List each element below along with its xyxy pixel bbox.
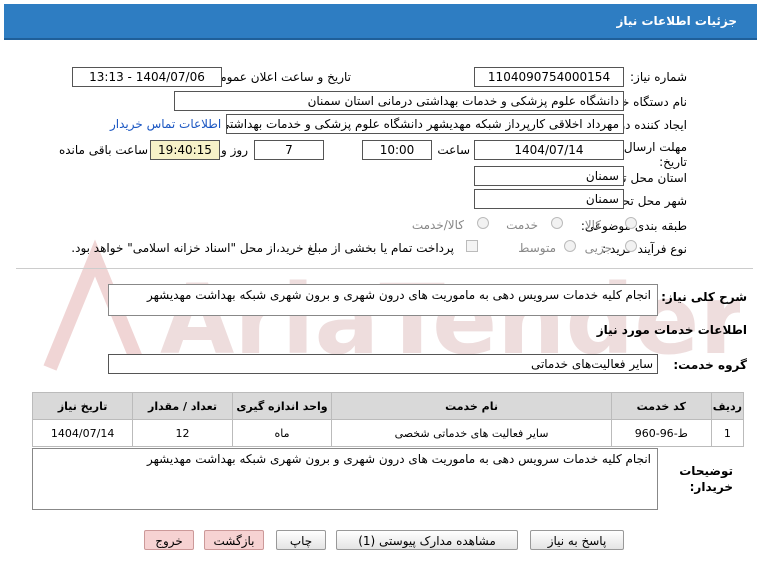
cell-row: 1	[710, 419, 745, 447]
table-row: 1 ط-96-960 سایر فعالیت های خدماتی شخصی م…	[31, 419, 745, 447]
buyer-notes-text: انجام کلیه خدمات سرویس دهی به ماموریت ها…	[147, 452, 651, 466]
services-section-title: اطلاعات خدمات مورد نیاز	[596, 323, 747, 337]
remaining-time-label: ساعت باقی مانده	[58, 143, 148, 157]
category-option-service: خدمت	[506, 218, 538, 232]
category-radio-service[interactable]	[551, 217, 563, 229]
cell-qty: 12	[132, 419, 233, 447]
deadline-time-field: 10:00	[362, 140, 432, 160]
buyer-notes-label-line2: خریدار:	[689, 480, 733, 494]
cell-unit: ماه	[231, 419, 333, 447]
cell-name: سایر فعالیت های خدماتی شخصی	[331, 419, 612, 447]
service-group-label: گروه خدمت:	[673, 358, 747, 372]
exit-button[interactable]: خروج	[144, 530, 194, 550]
summary-field: انجام کلیه خدمات سرویس دهی به ماموریت ها…	[108, 284, 658, 316]
services-table-header: ردیف کد خدمت نام خدمت واحد اندازه گیری ت…	[31, 392, 745, 420]
buyer-notes-label-line1: توضیحات	[679, 464, 733, 478]
category-radio-goods-service[interactable]	[477, 217, 489, 229]
process-type-label: نوع فرآیند خرید :	[602, 242, 687, 256]
col-name: نام خدمت	[331, 392, 612, 420]
need-number-field: 1104090754000154	[474, 67, 624, 87]
back-button[interactable]: بازگشت	[204, 530, 264, 550]
process-option-minor: جزیی	[584, 241, 612, 255]
process-option-medium: متوسط	[518, 241, 556, 255]
creator-field: مهرداد اخلاقی کارپرداز شبکه مهدیشهر دانش…	[226, 114, 624, 134]
summary-text: انجام کلیه خدمات سرویس دهی به ماموریت ها…	[147, 288, 651, 302]
category-option-goods-service: کالا/خدمت	[411, 218, 464, 232]
process-radio-medium[interactable]	[564, 240, 576, 252]
print-button[interactable]: چاپ	[276, 530, 326, 550]
deadline-date-field: 1404/07/14	[474, 140, 624, 160]
days-field: 7	[254, 140, 324, 160]
category-option-goods: کالا	[584, 218, 601, 232]
col-date: تاریخ نیاز	[31, 392, 134, 420]
cell-code: ط-96-960	[610, 419, 712, 447]
page-title: جزئیات اطلاعات نیاز	[616, 14, 737, 28]
treasury-payment-checkbox[interactable]	[466, 240, 478, 252]
col-row: ردیف	[710, 392, 745, 420]
remaining-time-field: 19:40:15	[150, 140, 220, 160]
announce-field: 1404/07/06 - 13:13	[72, 67, 222, 87]
city-field: سمنان	[474, 189, 624, 209]
cell-date: 1404/07/14	[31, 419, 134, 447]
buyer-notes-field: انجام کلیه خدمات سرویس دهی به ماموریت ها…	[32, 448, 658, 510]
buyer-org-field: دانشگاه علوم پزشکی و خدمات بهداشتی درمان…	[174, 91, 624, 111]
attachments-button[interactable]: مشاهده مدارک پیوستی (1)	[336, 530, 518, 550]
announce-label: تاریخ و ساعت اعلان عمومی:	[206, 70, 351, 84]
deadline-label-line2: تاریخ:	[659, 155, 687, 169]
services-table: ردیف کد خدمت نام خدمت واحد اندازه گیری ت…	[31, 392, 745, 447]
contact-info-link[interactable]: اطلاعات تماس خریدار	[110, 117, 221, 131]
process-radio-minor[interactable]	[625, 240, 637, 252]
deadline-time-label: ساعت	[437, 143, 470, 157]
section-divider	[16, 268, 753, 269]
need-number-label: شماره نیاز:	[630, 70, 687, 84]
summary-label: شرح کلی نیاز:	[661, 290, 747, 304]
treasury-payment-note: پرداخت تمام یا بخشی از مبلغ خرید،از محل …	[71, 241, 454, 255]
col-qty: تعداد / مقدار	[132, 392, 233, 420]
reply-button[interactable]: پاسخ به نیاز	[530, 530, 624, 550]
page-header: جزئیات اطلاعات نیاز	[4, 4, 757, 40]
category-radio-goods[interactable]	[625, 217, 637, 229]
col-unit: واحد اندازه گیری	[231, 392, 333, 420]
service-group-field: سایر فعالیت‌های خدماتی	[108, 354, 658, 374]
days-label: روز و	[221, 143, 248, 157]
province-field: سمنان	[474, 166, 624, 186]
col-code: کد خدمت	[610, 392, 712, 420]
